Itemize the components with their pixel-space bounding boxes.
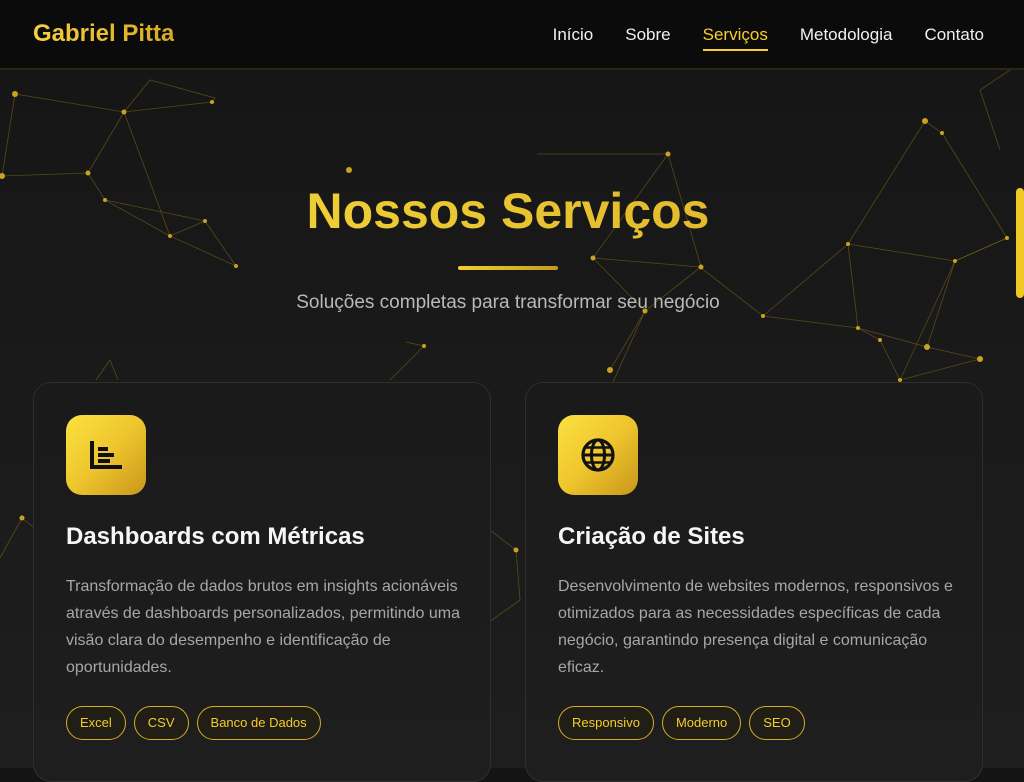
section-title: Nossos Serviços [0,182,1016,240]
tag-responsivo: Responsivo [558,706,654,740]
chart-icon [90,441,122,469]
service-card-dashboards[interactable]: Dashboards com Métricas Transformação de… [33,382,491,782]
tag-moderno: Moderno [661,706,742,740]
tag-seo: SEO [749,706,805,740]
tag-csv: CSV [133,706,189,740]
nav-link-inicio[interactable]: Início [553,24,594,51]
service-tags: Excel CSV Banco de Dados [66,706,321,740]
service-icon-box [558,415,638,495]
globe-icon [581,438,615,472]
brand-logo[interactable]: Gabriel Pitta [33,20,174,48]
nav-link-metodologia[interactable]: Metodologia [800,24,893,51]
nav-link-contato[interactable]: Contato [924,24,984,51]
scrollbar-thumb[interactable] [1016,188,1024,298]
service-description: Transformação de dados brutos em insight… [66,578,461,676]
nav-link-sobre[interactable]: Sobre [625,24,670,51]
section-subtitle: Soluções completas para transformar seu … [296,292,720,313]
service-card-sites[interactable]: Criação de Sites Desenvolvimento de webs… [525,382,983,782]
top-navbar: Gabriel Pitta Início Sobre Serviços Meto… [0,0,1024,70]
title-underline [458,266,558,270]
service-title: Dashboards com Métricas [66,523,365,550]
main-nav: Início Sobre Serviços Metodologia Contat… [553,24,984,51]
service-tags: Responsivo Moderno SEO [558,706,805,740]
service-description: Desenvolvimento de websites modernos, re… [558,578,953,676]
service-title: Criação de Sites [558,523,745,550]
tag-excel: Excel [66,706,126,740]
tag-banco-de-dados: Banco de Dados [196,706,321,740]
service-icon-box [66,415,146,495]
nav-link-servicos[interactable]: Serviços [702,24,768,51]
